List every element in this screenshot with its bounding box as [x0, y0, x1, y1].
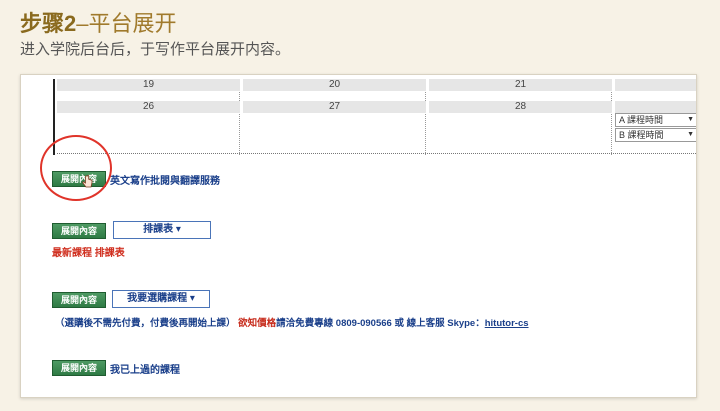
schedule-select-a[interactable]: A 課程時間 ▼ — [615, 113, 696, 127]
hand-cursor-icon — [82, 175, 93, 188]
calendar: 19 20 21 26 27 28 — [53, 79, 696, 155]
calendar-day[interactable]: 20 — [243, 79, 426, 91]
calendar-day[interactable]: 27 — [243, 101, 426, 113]
highlight-circle — [40, 135, 112, 201]
price-inquiry-link[interactable]: 欲知價格 — [238, 318, 276, 329]
price-note: （選購後不需先付費，付費後再開始上課） 欲知價格請洽免費專線 0809-0905… — [55, 315, 529, 329]
step-title: 平台展开 — [88, 11, 177, 36]
step-number: 步骤2 — [20, 11, 77, 36]
schedule-select-label: B 課程時間 — [619, 130, 664, 140]
calendar-day[interactable]: 19 — [57, 79, 240, 91]
buy-course-dropdown-label: 我要選購課程 — [127, 293, 188, 304]
caret-down-icon: ▼ — [687, 116, 694, 123]
expand-content-button[interactable]: 展開內容 — [52, 292, 106, 308]
expand-content-button[interactable]: 展開內容 — [52, 360, 106, 376]
latest-course-link[interactable]: 最新課程 排課表 — [52, 244, 125, 259]
schedule-selects: A 課程時間 ▼ B 課程時間 ▼ — [615, 113, 696, 143]
step-subtitle: 进入学院后台后，于写作平台展开内容。 — [20, 41, 291, 58]
schedule-dropdown-label: 排課表 — [143, 224, 174, 235]
expand-content-button[interactable]: 展開內容 — [52, 223, 106, 239]
caret-down-icon: ▾ — [189, 293, 195, 304]
calendar-day[interactable]: 28 — [429, 101, 612, 113]
calendar-week-row: 26 27 28 — [57, 101, 696, 139]
calendar-divider — [57, 153, 696, 154]
caret-down-icon: ▾ — [175, 224, 181, 235]
calendar-day[interactable] — [615, 101, 696, 113]
step-heading: 步骤2–平台展开 — [20, 6, 177, 38]
taken-courses-link[interactable]: 我已上過的課程 — [110, 361, 180, 376]
caret-down-icon: ▼ — [687, 131, 694, 138]
skype-link[interactable]: hitutor-cs — [485, 318, 529, 329]
schedule-select-b[interactable]: B 課程時間 ▼ — [615, 128, 696, 142]
writing-service-link[interactable]: 英文寫作批閱與翻譯服務 — [110, 172, 220, 187]
contact-note: 請洽免費專線 0809-090566 或 線上客服 Skype： — [276, 318, 485, 329]
buy-course-dropdown[interactable]: 我要選購課程 ▾ — [112, 290, 210, 308]
calendar-day[interactable]: 26 — [57, 101, 240, 113]
schedule-select-label: A 課程時間 — [619, 115, 664, 125]
screenshot-panel: 19 20 21 26 27 28 A 課程時間 ▼ B 課程時間 ▼ 展開內容 英… — [20, 74, 697, 398]
step-separator: – — [76, 11, 89, 36]
calendar-day[interactable]: 21 — [429, 79, 612, 91]
payment-note: （選購後不需先付費，付費後再開始上課） — [55, 318, 236, 329]
schedule-dropdown[interactable]: 排課表 ▾ — [113, 221, 211, 239]
calendar-day[interactable] — [615, 79, 696, 91]
